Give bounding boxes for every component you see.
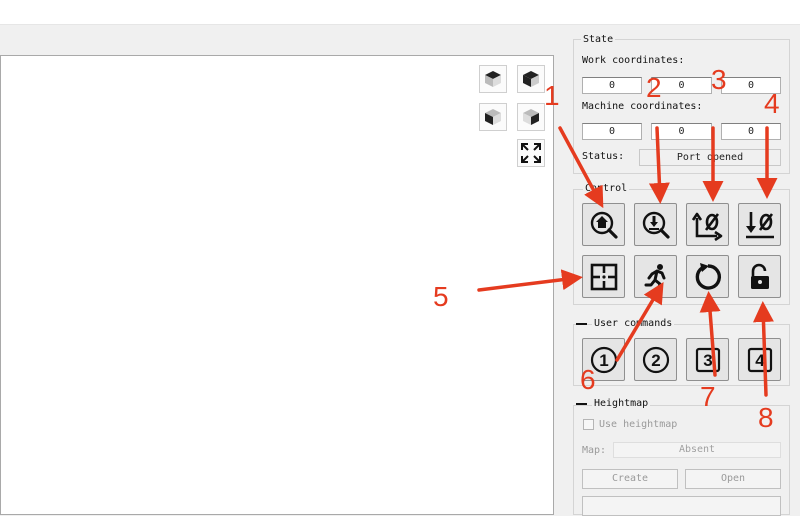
user-command-4-label: 4 [755, 351, 765, 370]
zero-z-button[interactable] [738, 203, 781, 246]
machine-y-field: 0 [651, 123, 712, 140]
annotation-label-2: 2 [646, 72, 662, 103]
heightmap-title: Heightmap [592, 398, 651, 409]
state-title: State [581, 34, 616, 45]
unlock-icon [750, 263, 769, 289]
crosshair-button[interactable] [582, 255, 625, 298]
view-right-button[interactable] [517, 103, 545, 131]
map-field: Absent [613, 442, 781, 458]
user-command-3-label: 3 [703, 351, 712, 370]
user-command-2-label: 2 [651, 351, 660, 370]
view-front-button[interactable] [517, 65, 545, 93]
square-number-icon: 4 [747, 347, 772, 372]
unlock-button[interactable] [738, 255, 781, 298]
running-man-icon [644, 263, 665, 291]
fit-view-button[interactable] [517, 139, 545, 167]
machine-coordinates-label: Machine coordinates: [582, 101, 703, 112]
annotation-label-1: 1 [544, 80, 560, 111]
create-button[interactable]: Create [582, 469, 678, 489]
zero-xy-icon [691, 212, 722, 241]
use-heightmap-checkbox[interactable] [583, 419, 594, 430]
reset-icon [695, 262, 721, 290]
expand-icon [521, 143, 541, 163]
cube-front-icon [523, 71, 539, 87]
probe-icon [642, 211, 670, 239]
reset-button[interactable] [686, 255, 729, 298]
top-bar [0, 0, 800, 25]
gl-viewport[interactable] [0, 55, 554, 515]
annotation-label-3: 3 [711, 64, 727, 95]
work-x-field: 0 [582, 77, 642, 94]
status-label: Status: [582, 151, 625, 162]
view-isometric-button[interactable] [479, 65, 507, 93]
user-commands-title: User commands [592, 318, 675, 329]
annotation-label-4: 4 [764, 88, 780, 119]
circle-number-icon: 2 [642, 346, 669, 373]
cube-left-icon [485, 109, 501, 125]
user-command-4-button[interactable]: 4 [738, 338, 781, 381]
user-command-3-button[interactable]: 3 [686, 338, 729, 381]
annotation-label-6: 6 [580, 364, 596, 395]
zero-z-icon [745, 211, 774, 238]
crosshair-icon [590, 263, 617, 290]
run-button[interactable] [634, 255, 677, 298]
cube-top-icon [485, 71, 501, 87]
view-left-button[interactable] [479, 103, 507, 131]
user-command-2-button[interactable]: 2 [634, 338, 677, 381]
probe-button[interactable] [634, 203, 677, 246]
more-button[interactable] [582, 496, 781, 516]
map-label: Map: [582, 445, 607, 456]
machine-x-field: 0 [582, 123, 642, 140]
collapse-icon[interactable] [576, 323, 587, 325]
control-title: Control [583, 183, 630, 194]
annotation-label-8: 8 [758, 402, 774, 433]
cube-right-icon [523, 109, 539, 125]
annotation-label-5: 5 [433, 281, 449, 312]
home-icon [590, 211, 618, 239]
machine-z-field: 0 [721, 123, 781, 140]
collapse-icon[interactable] [576, 403, 587, 405]
home-button[interactable] [582, 203, 625, 246]
annotation-label-7: 7 [700, 381, 716, 412]
open-button[interactable]: Open [685, 469, 781, 489]
use-heightmap-label: Use heightmap [599, 419, 678, 430]
zero-xy-button[interactable] [686, 203, 729, 246]
work-coordinates-label: Work coordinates: [582, 55, 685, 66]
user-command-1-label: 1 [599, 351, 608, 370]
status-field: Port opened [639, 149, 781, 166]
square-number-icon: 3 [695, 347, 720, 372]
